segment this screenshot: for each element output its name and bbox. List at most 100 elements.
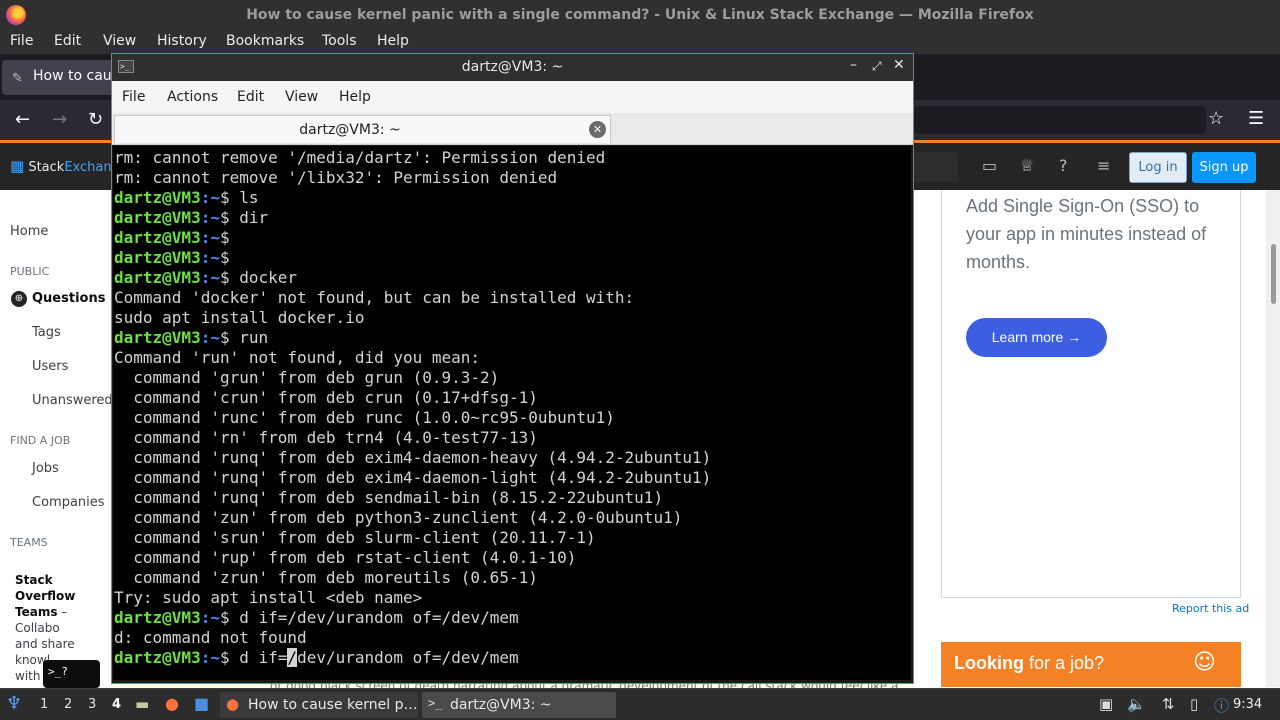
prompt-dollar: $ [219,248,230,267]
terminal-window: >_ dartz@VM3: ~ – ⤢ ✕ File Actions Edit … [111,53,914,684]
sidebar-item-tags[interactable]: Tags [32,325,61,340]
teams-title[interactable]: Stack Overflow [15,573,75,603]
browser-tab[interactable]: ✎ How to cause kernel panic with a singl… [2,60,114,95]
firefox-titlebar: How to cause kernel panic with a single … [0,0,1280,30]
prompt-dollar: $ [219,228,230,247]
menu-edit[interactable]: Edit [54,33,81,49]
terminal-output-line: sudo apt install docker.io [114,308,711,328]
terminal-command-line: dartz@VM3:~$ [114,248,711,268]
trophy-icon[interactable]: ♕ [1020,156,1034,175]
page-scrollbar-thumb[interactable] [1271,244,1276,304]
task-terminal[interactable]: >_ dartz@VM3: ~ [422,692,616,718]
terminal-output-line: command 'rup' from deb rstat-client (4.0… [114,548,711,568]
workspace-2[interactable]: 2 [64,697,72,712]
signup-button[interactable]: Sign up [1192,152,1256,183]
site-switcher-icon[interactable]: ≡ [1097,156,1110,175]
task-firefox[interactable]: ● How to cause kernel p… [220,692,418,718]
terminal-output-line: command 'crun' from deb crun (0.17+dfsg-… [114,388,711,408]
terminal-current-input[interactable]: dartz@VM3:~$ d if=/dev/urandom of=/dev/m… [114,648,711,668]
terminal-line-text: command 'zrun' from deb moreutils (0.65-… [114,568,538,587]
terminal-output-line: Command 'run' not found, did you mean: [114,348,711,368]
start-menu-icon[interactable]: ♆ [6,693,22,714]
menu-history[interactable]: History [157,33,207,49]
desktop-icon[interactable]: ■ [194,694,209,713]
terminal-screen[interactable]: rm: cannot remove '/media/dartz': Permis… [113,146,911,680]
sidebar-item-unanswered[interactable]: Unanswered [32,393,113,408]
close-icon[interactable]: ✕ [893,57,905,73]
workspace-3[interactable]: 3 [88,697,96,712]
terminal-tab[interactable]: dartz@VM3: ~ ✕ [114,115,611,143]
help-icon[interactable]: ? [1059,156,1068,175]
arrow-right-icon[interactable]: → [52,109,67,130]
workspace-1[interactable]: 1 [40,697,48,712]
ad-text: Add Single Sign-On (SSO) to your app in … [966,196,1207,272]
terminal-menu-view[interactable]: View [285,89,318,105]
job-banner-bold: Looking [954,653,1024,673]
sidebar-section-find-job: FIND A JOB [10,434,71,447]
stackexchange-logo-icon: ▦ [10,157,25,175]
clipboard-icon[interactable]: ▣ [1099,695,1113,713]
updates-icon[interactable]: ⓘ [1214,695,1229,716]
terminal-output-line: Command 'docker' not found, but can be i… [114,288,711,308]
sidebar-item-questions[interactable]: Questions [32,291,105,306]
reload-icon[interactable]: ↻ [88,109,103,130]
menu-file[interactable]: File [10,33,33,49]
terminal-output-line: command 'grun' from deb grun (0.9.3-2) [114,368,711,388]
ad-learn-more-button[interactable]: Learn more → [966,318,1107,357]
terminal-output-line: command 'runq' from deb sendmail-bin (8.… [114,488,711,508]
workspace-4[interactable]: 4 [112,697,121,712]
prompt-user: dartz@VM3 [114,188,201,207]
teams-title-2[interactable]: Teams [15,605,57,619]
tab-close-icon[interactable]: ✕ [589,121,606,138]
prompt-dollar: $ [219,608,230,627]
terminal-line-text: ls [229,188,259,207]
prompt-path: ~ [210,648,220,667]
search-box[interactable] [914,152,958,182]
terminal-output-line: command 'zun' from deb python3-zunclient… [114,508,711,528]
terminal-output-line: command 'rn' from deb trn4 (4.0-test77-1… [114,428,711,448]
terminal-output-line: command 'runq' from deb exim4-daemon-hea… [114,448,711,468]
url-bar[interactable] [914,106,1206,134]
terminal-menu-help[interactable]: Help [339,89,371,105]
menu-tools[interactable]: Tools [322,33,357,49]
menu-help[interactable]: Help [377,33,409,49]
sidebar-item-jobs[interactable]: Jobs [32,461,59,476]
file-manager-icon[interactable]: ▬ [135,695,149,713]
prompt-user: dartz@VM3 [114,208,201,227]
notes-icon[interactable]: ▯ [1190,695,1198,713]
inbox-icon[interactable]: ▭ [982,156,997,175]
terminal-command-line: dartz@VM3:~$ docker [114,268,711,288]
taskbar-clock[interactable]: 9:34 [1233,697,1262,712]
report-ad-link[interactable]: Report this ad [1172,602,1249,615]
job-banner[interactable]: Looking for a job? ☺ [941,642,1241,687]
firefox-launcher-icon[interactable]: ● [165,694,179,713]
terminal-output: rm: cannot remove '/media/dartz': Permis… [114,148,711,668]
stackexchange-favicon-icon: ✎ [12,71,23,86]
login-button[interactable]: Log in [1129,152,1187,183]
terminal-command-line: dartz@VM3:~$ d if=/dev/urandom of=/dev/m… [114,608,711,628]
terminal-menu-edit[interactable]: Edit [237,89,264,105]
prompt-user: dartz@VM3 [114,248,201,267]
arrow-left-icon[interactable]: ← [15,109,30,130]
terminal-line-text: command 'srun' from deb slurm-client (20… [114,528,596,547]
hamburger-menu-icon[interactable]: ☰ [1248,108,1264,129]
terminal-line-text: command 'zun' from deb python3-zunclient… [114,508,683,527]
terminal-titlebar[interactable]: >_ dartz@VM3: ~ – ⤢ ✕ [112,54,913,81]
terminal-output-line: d: command not found [114,628,711,648]
terminal-menu-actions[interactable]: Actions [167,89,218,105]
sidebar-item-companies[interactable]: Companies [32,495,105,510]
minimize-icon[interactable]: – [850,57,857,73]
sidebar-item-home[interactable]: Home [10,224,48,239]
prompt-sep: : [200,188,211,207]
network-icon[interactable]: ⇅ [1162,695,1175,713]
star-icon[interactable]: ☆ [1208,108,1224,129]
prompt-dollar: $ [219,188,230,207]
menu-bookmarks[interactable]: Bookmarks [226,33,304,49]
prompt-path: ~ [210,248,220,267]
maximize-icon[interactable]: ⤢ [872,59,882,74]
menu-view[interactable]: View [103,33,136,49]
robot-illustration-icon: ☺ [1193,650,1216,675]
volume-icon[interactable]: 🔈 [1127,695,1146,713]
terminal-menu-file[interactable]: File [122,89,145,105]
sidebar-item-users[interactable]: Users [32,359,68,374]
